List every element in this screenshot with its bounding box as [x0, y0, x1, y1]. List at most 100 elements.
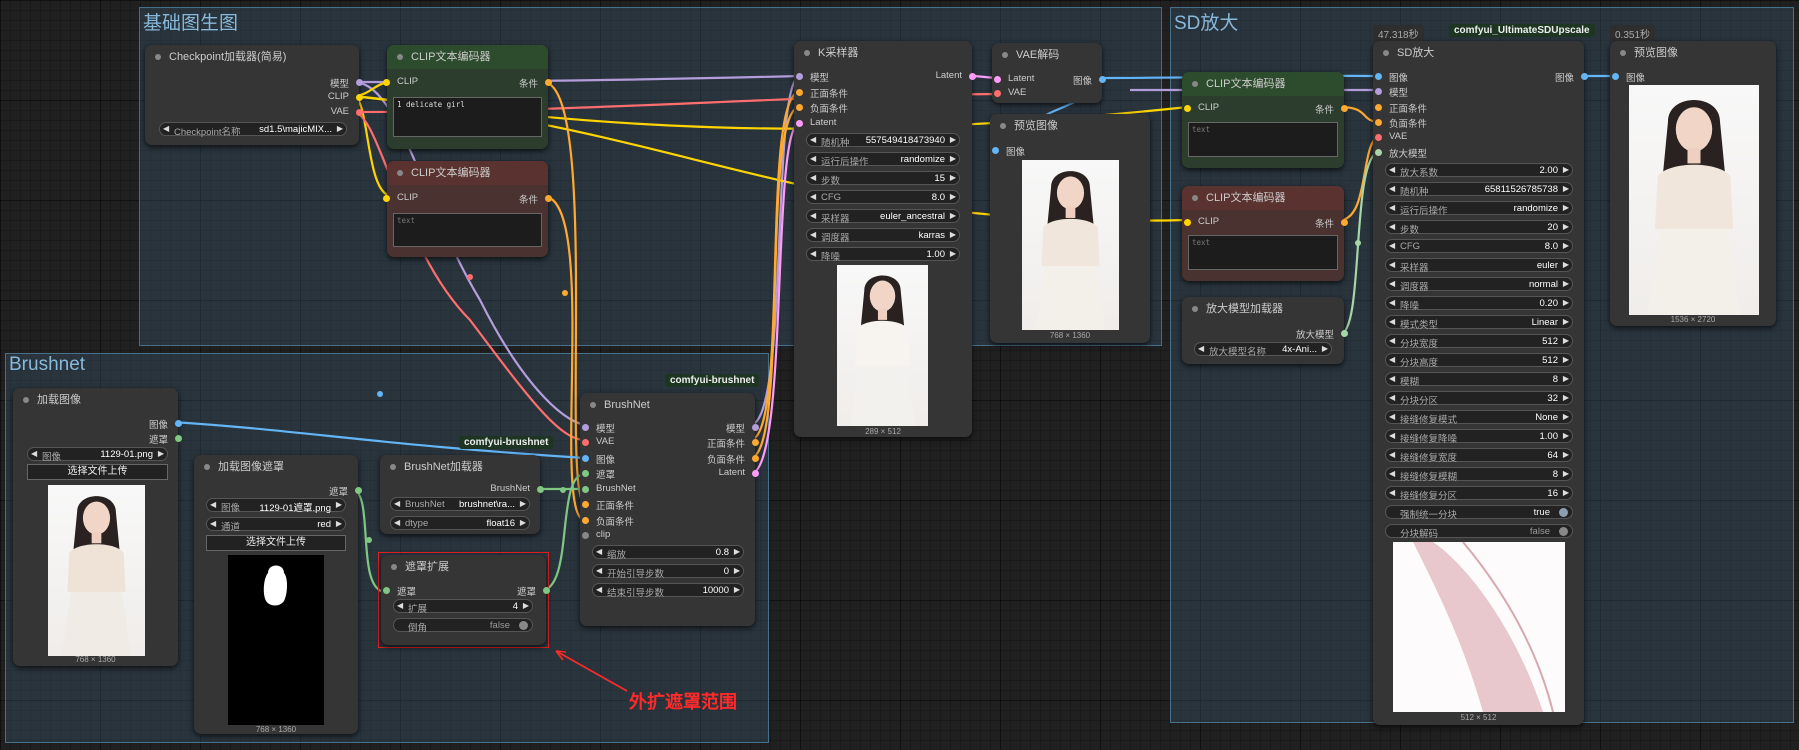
tapered-corners-toggle[interactable]: 倒角 false: [393, 618, 533, 634]
output-mask[interactable]: 遮罩: [149, 432, 183, 446]
output-positive[interactable]: 正面条件: [707, 436, 760, 450]
denoise-widget[interactable]: 降噪 0.20: [1385, 296, 1573, 312]
mask-expand-node[interactable]: 遮罩扩展 遮罩 遮罩 扩展 4 倒角 false: [381, 555, 551, 645]
input-clip[interactable]: CLIP: [1183, 216, 1219, 227]
output-image[interactable]: 图像: [1555, 70, 1589, 84]
input-clip[interactable]: clip: [581, 529, 610, 540]
sampler-widget[interactable]: 采样器 euler_ancestral: [806, 209, 960, 225]
prompt-textarea[interactable]: text: [393, 213, 542, 247]
image-select-widget[interactable]: 图像 1129-01遮罩.png: [206, 498, 346, 514]
seam-fix-blur-widget[interactable]: 接缝修复模糊 8: [1385, 467, 1573, 483]
load-image-node[interactable]: 加载图像 图像 遮罩 图像 1129-01.png 选择文件上传 768 × 13…: [13, 388, 183, 666]
brushnet-node[interactable]: BrushNet 模型 VAE 图像 遮罩 BrushNet 正面条件 负面条件…: [580, 393, 760, 626]
output-image[interactable]: 图像: [149, 417, 183, 431]
sampler-widget[interactable]: 采样器 euler: [1385, 258, 1573, 274]
upload-button[interactable]: 选择文件上传: [206, 535, 346, 551]
preview-image-node[interactable]: 预览图像 图像 768 × 1360: [990, 114, 1150, 343]
upscale-model-name-widget[interactable]: 放大模型名称 4x-Ani...: [1194, 342, 1332, 358]
load-image-mask-node[interactable]: 加载图像遮罩 遮罩 图像 1129-01遮罩.png 通道 red 选择文件上传 7…: [194, 455, 363, 734]
input-clip[interactable]: CLIP: [1183, 102, 1219, 113]
output-image[interactable]: 图像: [1073, 73, 1107, 87]
denoise-widget[interactable]: 降噪 1.00: [806, 247, 960, 263]
brushnet-loader-node[interactable]: BrushNet加载器 BrushNet BrushNet brushnet\ra…: [380, 455, 544, 534]
input-image[interactable]: 图像: [991, 144, 1025, 158]
upscale-by-widget[interactable]: 放大系数 2.00: [1385, 163, 1573, 179]
output-mask[interactable]: 遮罩: [517, 584, 551, 598]
seam-fix-width-widget[interactable]: 接缝修复宽度 64: [1385, 448, 1573, 464]
upscale-clip-negative-node[interactable]: CLIP文本编码器 CLIP 条件 text: [1182, 186, 1349, 281]
prompt-textarea[interactable]: text: [1188, 235, 1338, 270]
scheduler-widget[interactable]: 调度器 karras: [806, 228, 960, 244]
output-conditioning[interactable]: 条件: [1315, 102, 1349, 116]
input-positive[interactable]: 正面条件: [581, 498, 634, 512]
cfg-widget[interactable]: CFG 8.0: [806, 190, 960, 204]
input-clip[interactable]: CLIP: [382, 192, 418, 203]
seed-widget[interactable]: 随机种 65811526785738: [1385, 182, 1573, 198]
input-image[interactable]: 图像: [581, 452, 615, 466]
cfg-widget[interactable]: CFG 8.0: [1385, 239, 1573, 253]
output-brushnet[interactable]: BrushNet: [490, 483, 544, 494]
output-conditioning[interactable]: 条件: [519, 192, 553, 206]
output-negative[interactable]: 负面条件: [707, 452, 760, 466]
upscale-model-loader-node[interactable]: 放大模型加载器 放大模型 放大模型名称 4x-Ani...: [1182, 297, 1349, 364]
control-after-generate-widget[interactable]: 运行后操作 randomize: [1385, 201, 1573, 217]
control-after-generate-widget[interactable]: 运行后操作 randomize: [806, 152, 960, 168]
scale-widget[interactable]: 缩放 0.8: [592, 545, 744, 561]
seam-fix-denoise-widget[interactable]: 接缝修复降噪 1.00: [1385, 429, 1573, 445]
output-conditioning[interactable]: 条件: [1315, 216, 1349, 230]
output-latent[interactable]: Latent: [936, 70, 977, 81]
force-uniform-tiles-toggle[interactable]: 强制统一分块 true: [1385, 505, 1573, 521]
seam-fix-padding-widget[interactable]: 接缝修复分区 16: [1385, 486, 1573, 502]
input-vae[interactable]: VAE: [993, 87, 1026, 98]
brushnet-model-widget[interactable]: BrushNet brushnet\ra...: [390, 497, 530, 511]
input-vae[interactable]: VAE: [581, 436, 614, 447]
prompt-textarea[interactable]: 1 delicate girl: [393, 97, 542, 137]
seam-fix-mode-widget[interactable]: 接缝修复模式 None: [1385, 410, 1573, 426]
steps-widget[interactable]: 步数 15: [806, 171, 960, 187]
input-positive[interactable]: 正面条件: [1374, 101, 1427, 115]
image-select-widget[interactable]: 图像 1129-01.png: [27, 447, 168, 463]
input-image[interactable]: 图像: [1374, 70, 1408, 84]
input-image[interactable]: 图像: [1611, 70, 1645, 84]
clip-text-encode-positive[interactable]: CLIP文本编码器 CLIP 条件 1 delicate girl: [382, 45, 553, 149]
preview-image-node-upscaled[interactable]: 预览图像 图像 1536 × 2720: [1610, 41, 1776, 326]
input-mask[interactable]: 遮罩: [581, 467, 615, 481]
output-upscale-model[interactable]: 放大模型: [1296, 327, 1349, 341]
channel-widget[interactable]: 通道 red: [206, 517, 346, 533]
mask-blur-widget[interactable]: 模糊 8: [1385, 372, 1573, 388]
output-vae[interactable]: VAE: [331, 106, 364, 117]
output-latent[interactable]: Latent: [719, 467, 760, 478]
clip-text-encode-negative[interactable]: CLIP文本编码器 CLIP 条件 text: [382, 161, 553, 257]
tile-padding-widget[interactable]: 分块分区 32: [1385, 391, 1573, 407]
output-conditioning[interactable]: 条件: [519, 76, 553, 90]
tile-width-widget[interactable]: 分块宽度 512: [1385, 334, 1573, 350]
input-clip[interactable]: CLIP: [382, 76, 418, 87]
upscale-clip-positive-node[interactable]: CLIP文本编码器 CLIP 条件 text: [1182, 72, 1349, 168]
input-negative[interactable]: 负面条件: [1374, 116, 1427, 130]
upload-button[interactable]: 选择文件上传: [27, 464, 168, 480]
mode-type-widget[interactable]: 模式类型 Linear: [1385, 315, 1573, 331]
input-vae[interactable]: VAE: [1374, 131, 1407, 142]
ksampler-node[interactable]: K采样器 模型 正面条件 负面条件 Latent Latent 随机种 55754…: [794, 41, 977, 437]
input-latent[interactable]: Latent: [795, 117, 836, 128]
output-model[interactable]: 模型: [726, 421, 760, 435]
output-mask[interactable]: 遮罩: [329, 484, 363, 498]
tiled-decode-toggle[interactable]: 分块解码 false: [1385, 524, 1573, 540]
input-mask[interactable]: 遮罩: [382, 584, 416, 598]
input-latent[interactable]: Latent: [993, 73, 1034, 84]
sd-upscale-node[interactable]: SD放大 图像 模型 正面条件 负面条件 VAE 放大模型 图像 放大系数 2.0…: [1373, 41, 1589, 725]
output-model[interactable]: 模型: [330, 76, 364, 90]
input-brushnet[interactable]: BrushNet: [582, 483, 636, 494]
start-at-widget[interactable]: 开始引导步数 0: [592, 564, 744, 580]
seed-widget[interactable]: 随机种 557549418473940: [806, 133, 960, 149]
input-positive[interactable]: 正面条件: [795, 86, 848, 100]
dtype-widget[interactable]: dtype float16: [390, 516, 530, 530]
tile-height-widget[interactable]: 分块高度 512: [1385, 353, 1573, 369]
checkpoint-loader-node[interactable]: Checkpoint加载器(简易) 模型 CLIP VAE Checkpoint…: [145, 45, 364, 145]
input-negative[interactable]: 负面条件: [581, 514, 634, 528]
input-model[interactable]: 模型: [795, 70, 829, 84]
end-at-widget[interactable]: 结束引导步数 10000: [592, 583, 744, 599]
vae-decode-node[interactable]: VAE解码 Latent VAE 图像: [992, 43, 1107, 103]
prompt-textarea[interactable]: text: [1188, 122, 1338, 157]
expand-widget[interactable]: 扩展 4: [393, 599, 533, 615]
